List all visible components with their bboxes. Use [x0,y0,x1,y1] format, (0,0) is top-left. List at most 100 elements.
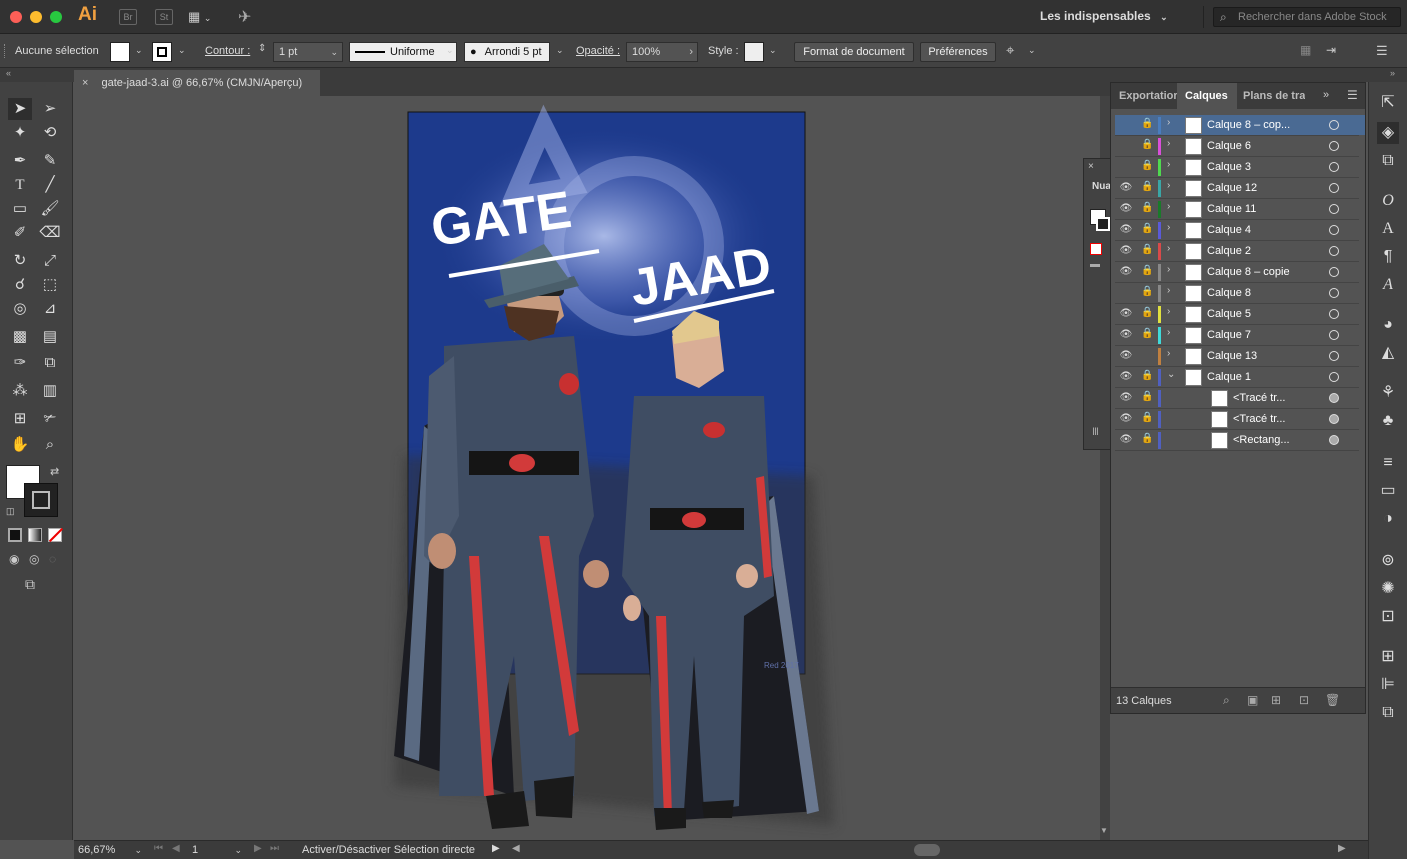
blend-tool-icon[interactable]: ⧉ [38,352,62,374]
stroke-panel-icon[interactable]: ≡ [1377,452,1399,474]
visibility-eye-icon[interactable]: 👁 [1119,413,1133,424]
paintbrush-tool-icon[interactable]: 🖌 [38,198,62,220]
visibility-eye-icon[interactable]: 👁 [1119,392,1133,403]
target-circle-icon[interactable] [1329,267,1339,277]
grip-handle[interactable] [4,44,7,58]
export-panel-icon[interactable]: ⇱ [1377,92,1399,114]
target-circle-icon[interactable] [1329,246,1339,256]
target-circle-icon[interactable] [1329,204,1339,214]
first-artboard-icon[interactable]: ⏮ [154,843,163,854]
gpu-performance-icon[interactable]: ✈ [238,7,251,27]
chevron-down-icon[interactable]: ⌄ [556,45,564,56]
hand-tool-icon[interactable]: ✋ [8,434,32,456]
direct-selection-tool-icon[interactable]: ➢ [38,98,62,120]
align-icon[interactable]: ▦ [1300,43,1311,57]
default-colors-icon[interactable]: ◫ [6,506,15,517]
pathfinder-panel-icon[interactable]: ⧉ [1377,702,1399,724]
lasso-tool-icon[interactable]: ⟲ [38,122,62,144]
color-guide-panel-icon[interactable]: ◭ [1377,342,1399,364]
mesh-tool-icon[interactable]: ▩ [8,326,32,348]
expand-panels-icon[interactable]: » [1323,89,1329,101]
chevron-right-icon[interactable]: › [1167,327,1170,338]
layer-row[interactable]: 👁 🔒 › Calque 11 [1115,199,1359,220]
swap-colors-icon[interactable]: ⇄ [50,465,59,478]
opentype-panel-icon[interactable]: O [1377,190,1399,212]
target-circle-icon[interactable] [1329,225,1339,235]
stepper-arrows-icon[interactable]: ⇕ [258,43,266,54]
lock-icon[interactable]: 🔒 [1141,433,1153,444]
delete-layer-icon[interactable]: 🗑 [1325,693,1340,707]
status-menu-icon[interactable]: ▶ [492,843,500,854]
menu-icon[interactable]: ☰ [1376,43,1388,59]
layer-name[interactable]: Calque 1 [1207,371,1251,383]
chevron-right-icon[interactable]: › [1167,306,1170,317]
chevron-right-icon[interactable]: › [1167,243,1170,254]
chevron-right-icon[interactable]: › [1167,180,1170,191]
symbols-panel-icon[interactable]: ♣ [1377,410,1399,432]
layer-name[interactable]: <Rectang... [1233,434,1290,446]
swatch-folder-icon[interactable]: ▬ [1090,259,1100,270]
target-circle-icon[interactable] [1329,393,1339,403]
chevron-down-icon[interactable]: ⌄ [1167,369,1175,380]
shape-builder-tool-icon[interactable]: ◎ [8,298,32,320]
stock-button[interactable]: St [155,9,173,25]
layer-row[interactable]: 👁 › Calque 13 [1115,346,1359,367]
preferences-button[interactable]: Préférences [920,42,996,62]
arrange-documents-icon[interactable]: ▦ ⌄ [188,9,218,25]
layer-name[interactable]: Calque 3 [1207,161,1251,173]
lock-icon[interactable]: 🔒 [1141,412,1153,423]
draw-normal-icon[interactable]: ◉ [9,552,19,566]
close-window-button[interactable] [10,11,22,23]
layer-row[interactable]: 🔒 › Calque 3 [1115,157,1359,178]
visibility-eye-icon[interactable]: 👁 [1119,350,1133,361]
stroke-label[interactable]: Contour : [205,45,250,57]
panel-menu-icon[interactable]: ☰ [1347,88,1358,102]
layer-name[interactable]: Calque 2 [1207,245,1251,257]
artboard-tool-icon[interactable]: ⊞ [8,408,32,430]
paragraph-panel-icon[interactable]: ¶ [1377,246,1399,268]
chevron-right-icon[interactable]: › [1167,159,1170,170]
lock-icon[interactable]: 🔒 [1141,286,1153,297]
layer-name[interactable]: <Tracé tr... [1233,392,1285,404]
align-panel-icon[interactable]: ⊫ [1377,674,1399,696]
layer-row[interactable]: 👁 🔒 › Calque 12 [1115,178,1359,199]
chevron-right-icon[interactable]: › [1167,201,1170,212]
target-circle-icon[interactable] [1329,351,1339,361]
draw-behind-icon[interactable]: ◎ [29,552,39,566]
transform-icon[interactable]: ⌖ [1006,42,1014,59]
isolate-icon[interactable]: ⇥ [1326,43,1336,57]
curvature-tool-icon[interactable]: ✎ [38,150,62,172]
tab-export[interactable]: Exportatior [1111,83,1177,109]
chevron-right-icon[interactable]: › [1167,285,1170,296]
stroke-color-swatch[interactable] [24,483,58,517]
visibility-eye-icon[interactable]: 👁 [1119,308,1133,319]
chevron-down-icon[interactable]: ⌄ [1028,45,1036,56]
chevron-down-icon[interactable]: ⌄ [178,45,186,56]
opacity-label[interactable]: Opacité : [576,45,620,57]
pen-tool-icon[interactable]: ✒ [8,150,32,172]
stroke-swatch[interactable] [152,42,172,62]
color-mode-icon[interactable] [8,528,22,542]
warp-tool-icon[interactable]: ☌ [8,274,32,296]
layer-name[interactable]: Calque 11 [1207,203,1256,215]
last-artboard-icon[interactable]: ⏭ [270,843,279,854]
none-mode-icon[interactable] [48,527,64,543]
sublayer-row[interactable]: 👁 🔒 <Tracé tr... [1115,388,1359,409]
chevron-right-icon[interactable]: › [1167,138,1170,149]
zoom-select[interactable]: 66,67% ⌄ [78,843,144,858]
opacity-field[interactable]: 100% › [626,42,698,62]
layer-row[interactable]: 👁 🔒 › Calque 5 [1115,304,1359,325]
lock-icon[interactable]: 🔒 [1141,391,1153,402]
stroke-profile-select[interactable]: Uniforme [349,42,457,62]
visibility-eye-icon[interactable]: 👁 [1119,371,1133,382]
next-artboard-icon[interactable]: ▶ [254,843,262,854]
target-circle-icon[interactable] [1329,372,1339,382]
brush-select[interactable]: ● Arrondi 5 pt [464,42,550,62]
layer-name[interactable]: Calque 8 – cop... [1207,119,1290,131]
shaper-tool-icon[interactable]: ✐ [8,222,32,244]
visibility-eye-icon[interactable]: 👁 [1119,203,1133,214]
maximize-window-button[interactable] [50,11,62,23]
visibility-eye-icon[interactable]: 👁 [1119,329,1133,340]
chevron-right-icon[interactable]: › [1167,264,1170,275]
target-circle-icon[interactable] [1329,120,1339,130]
